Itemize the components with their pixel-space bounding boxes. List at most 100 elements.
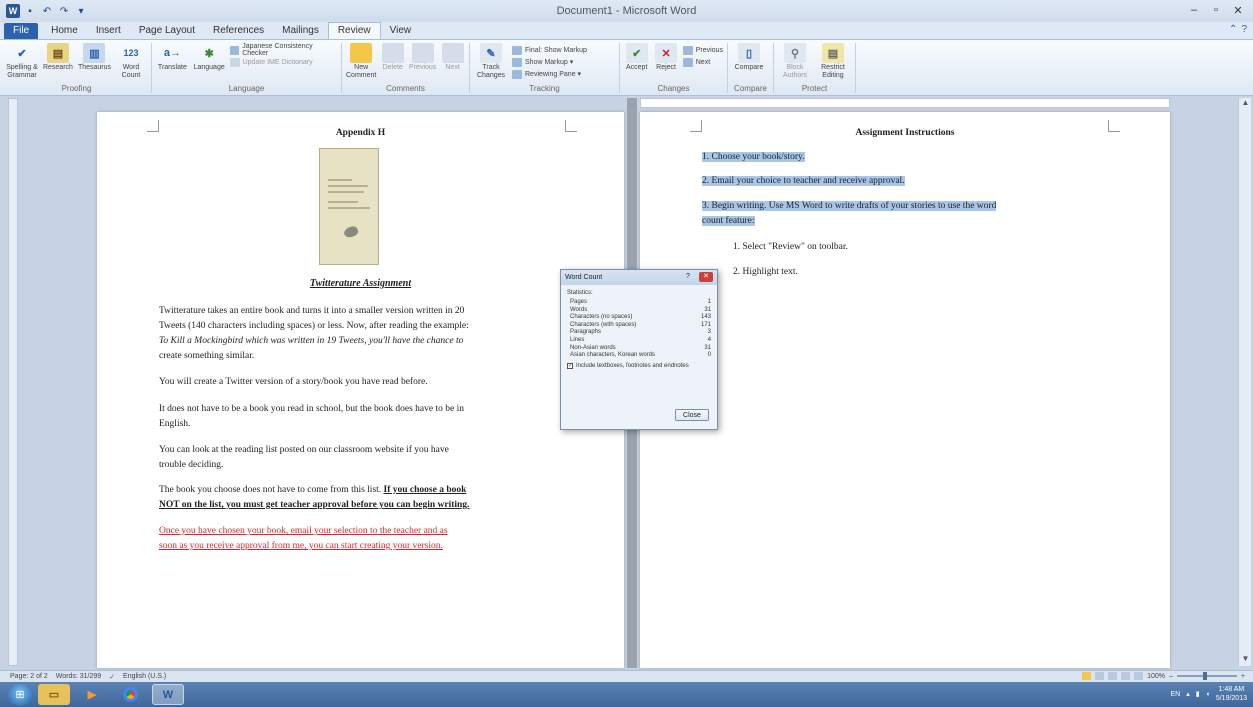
- tab-mailings[interactable]: Mailings: [273, 23, 328, 39]
- delete-comment-icon: [381, 43, 404, 63]
- sub-instruction-2: 2. Highlight text.: [733, 267, 798, 277]
- checkbox-checked-icon[interactable]: ✓: [567, 362, 573, 369]
- japanese-consistency-checker[interactable]: Japanese Consistency Checker: [229, 43, 337, 57]
- scroll-down-icon[interactable]: ▼: [1239, 654, 1252, 666]
- sub-instruction-1: 1. Select "Review" on toolbar.: [733, 242, 848, 252]
- chrome-icon[interactable]: [114, 684, 146, 705]
- tab-insert[interactable]: Insert: [87, 23, 130, 39]
- statistic-label: Non-Asian words: [570, 344, 616, 351]
- statistics-label: Statistics:: [567, 290, 593, 296]
- system-tray: EN ▴ ▮ ◖ 1:48 AM 5/19/2013: [1171, 685, 1248, 703]
- zoom-level[interactable]: 100%: [1147, 673, 1165, 680]
- include-textboxes-checkbox[interactable]: ✓ Include textboxes, footnotes and endno…: [567, 362, 711, 369]
- language-bar-icon[interactable]: EN: [1171, 691, 1181, 698]
- close-button[interactable]: Close: [675, 409, 709, 421]
- document-page-left[interactable]: Appendix H Twitterature Assignment Twitt…: [97, 112, 624, 668]
- accept-icon: ✔: [625, 43, 648, 63]
- word-count-indicator[interactable]: Words: 31/299: [56, 673, 101, 680]
- email-selection-paragraph: Once you have chosen your book, email yo…: [159, 526, 448, 551]
- zoom-in-icon[interactable]: +: [1241, 673, 1245, 680]
- media-player-icon[interactable]: ▶: [76, 684, 108, 705]
- statistic-label: Lines: [570, 336, 585, 343]
- previous-change-button[interactable]: Previous: [682, 45, 723, 55]
- word-logo-icon[interactable]: W: [6, 4, 20, 18]
- thesaurus-icon: ▥: [83, 43, 106, 63]
- dialog-title-bar[interactable]: Word Count ? ✕: [561, 270, 717, 285]
- tab-view[interactable]: View: [381, 23, 421, 39]
- reviewing-pane-dropdown[interactable]: Reviewing Pane ▾: [512, 69, 587, 79]
- ribbon-tabs: File Home Insert Page Layout References …: [0, 22, 1253, 40]
- spelling-icon: ✔: [17, 47, 27, 60]
- redo-icon[interactable]: ↷: [57, 4, 71, 18]
- statistic-row: Non-Asian words 31: [567, 345, 711, 353]
- tab-file[interactable]: File: [4, 23, 39, 39]
- tracking-group: ✎ Track Changes Final: Show Markup Show …: [470, 43, 620, 93]
- twitter-version-paragraph: You will create a Twitter version of a s…: [159, 377, 428, 387]
- next-change-button[interactable]: Next: [682, 57, 723, 67]
- word-icon[interactable]: W: [152, 684, 184, 705]
- maximize-icon[interactable]: ▫: [1205, 2, 1227, 18]
- zoom-slider-knob[interactable]: [1202, 672, 1207, 680]
- statistic-label: Characters (with spaces): [570, 321, 637, 328]
- statistic-value: 1: [707, 299, 711, 305]
- tab-review[interactable]: Review: [327, 22, 381, 39]
- file-explorer-icon[interactable]: ▭: [38, 684, 70, 705]
- minimize-icon[interactable]: –: [1183, 2, 1205, 18]
- show-markup-icon: [512, 57, 522, 67]
- status-bar: Page: 2 of 2 Words: 31/299 ✓ English (U.…: [0, 670, 1253, 682]
- show-hidden-icons-icon[interactable]: ▴: [1186, 690, 1190, 698]
- mockingbird-icon: [342, 224, 360, 240]
- print-layout-icon[interactable]: [1082, 672, 1092, 680]
- intro-paragraph: Twitterature takes an entire book and tu…: [159, 306, 469, 361]
- next-comment-icon: [441, 43, 464, 63]
- document-page-right[interactable]: Assignment Instructions 1. Choose your b…: [640, 112, 1170, 668]
- page-indicator[interactable]: Page: 2 of 2: [10, 673, 48, 680]
- reading-list-paragraph: You can look at the reading list posted …: [159, 445, 449, 470]
- block-authors-icon: ⚲: [784, 43, 806, 63]
- statistic-value: 0: [707, 352, 711, 359]
- reviewing-pane-icon: [512, 69, 522, 79]
- windows-start-icon[interactable]: ⊞: [8, 683, 32, 706]
- zoom-slider[interactable]: [1176, 672, 1237, 680]
- statistic-row: Pages 1: [567, 299, 711, 307]
- network-icon[interactable]: ▮: [1196, 690, 1200, 698]
- review-ribbon: ✔ Spelling & Grammar ▤ Research ▥ Thesau…: [0, 40, 1253, 96]
- help-icon[interactable]: ?: [1241, 24, 1247, 35]
- tab-home[interactable]: Home: [42, 23, 87, 39]
- language-group: a→ Translate ✱ Language Japanese Consist…: [152, 43, 342, 93]
- close-icon[interactable]: ✕: [1227, 2, 1249, 18]
- ribbon-collapse-icon[interactable]: ⌃: [1229, 24, 1237, 35]
- save-icon[interactable]: ▪: [23, 4, 37, 18]
- show-markup-dropdown[interactable]: Show Markup ▾: [512, 57, 587, 67]
- zoom-out-icon[interactable]: –: [1169, 673, 1173, 680]
- ime-dictionary-icon: [229, 57, 240, 67]
- previous-comment-icon: [411, 43, 434, 63]
- tab-page-layout[interactable]: Page Layout: [130, 23, 204, 39]
- draft-icon[interactable]: [1134, 672, 1144, 680]
- language-indicator[interactable]: English (U.S.): [123, 673, 166, 680]
- dialog-help-icon[interactable]: ?: [681, 272, 695, 282]
- statistic-row: Lines 4: [567, 337, 711, 345]
- window-title: Document1 - Microsoft Word: [556, 5, 697, 17]
- vertical-ruler[interactable]: [8, 98, 18, 666]
- outline-icon[interactable]: [1121, 672, 1131, 680]
- checker-icon: [229, 45, 240, 55]
- proofing-status-icon[interactable]: ✓: [109, 673, 115, 681]
- customize-icon[interactable]: ▾: [74, 4, 88, 18]
- scroll-up-icon[interactable]: ▲: [1239, 98, 1252, 110]
- instruction-item-2: 2. Email your choice to teacher and rece…: [702, 176, 905, 186]
- statistic-value: 31: [704, 306, 711, 313]
- display-for-review-dropdown[interactable]: Final: Show Markup: [512, 45, 587, 55]
- horizontal-ruler[interactable]: [640, 98, 1170, 108]
- statistic-value: 3: [707, 329, 711, 336]
- update-ime-dictionary[interactable]: Update IME Dictionary: [229, 57, 337, 67]
- volume-icon[interactable]: ◖: [1206, 691, 1210, 698]
- statistic-row: Paragraphs 3: [567, 329, 711, 337]
- tab-references[interactable]: References: [204, 23, 273, 39]
- undo-icon[interactable]: ↶: [40, 4, 54, 18]
- clock[interactable]: 1:48 AM 5/19/2013: [1216, 685, 1247, 703]
- web-layout-icon[interactable]: [1108, 672, 1118, 680]
- vertical-scrollbar[interactable]: ▲ ▼: [1238, 98, 1251, 666]
- dialog-close-icon[interactable]: ✕: [699, 272, 713, 282]
- full-screen-reading-icon[interactable]: [1095, 672, 1105, 680]
